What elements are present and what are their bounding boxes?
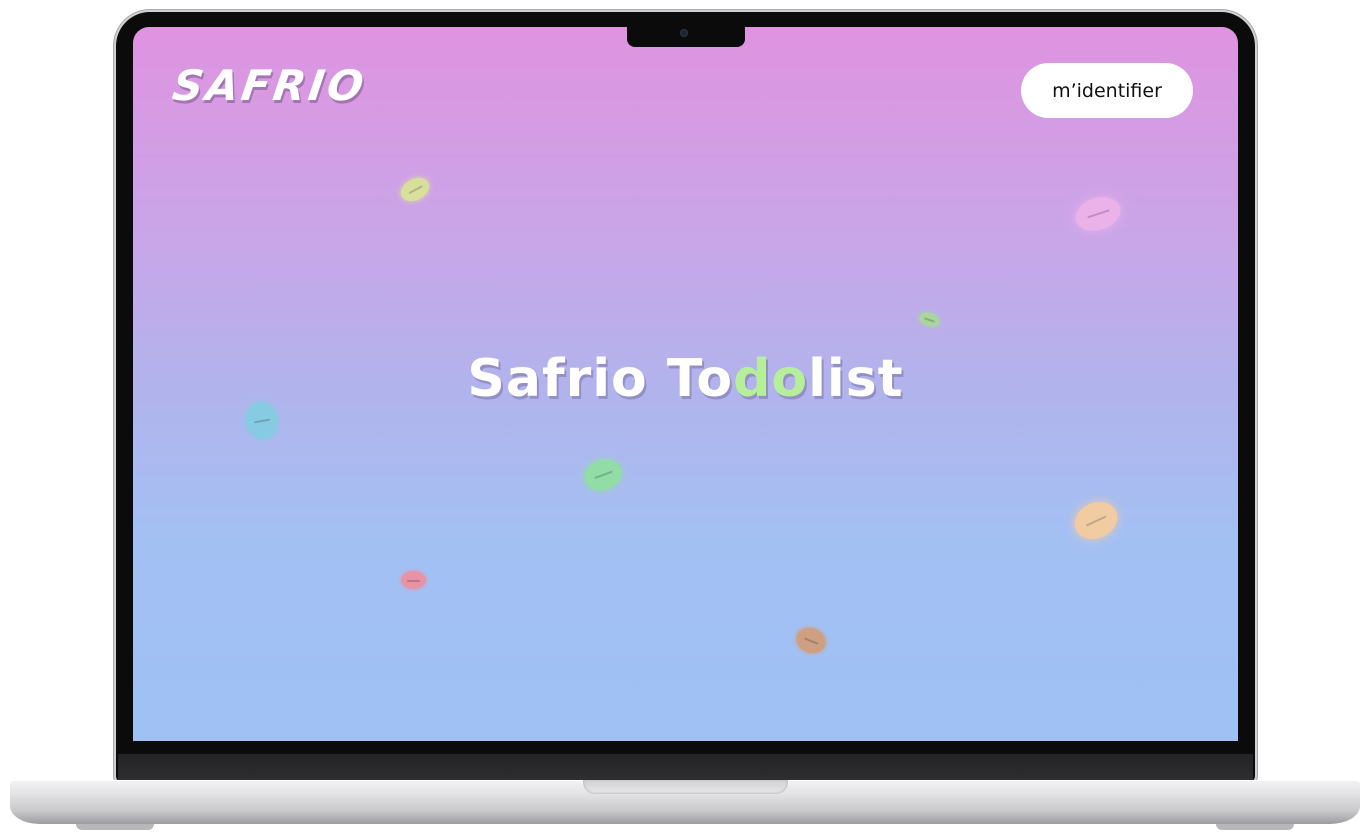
laptop-foot-right	[1216, 824, 1294, 830]
hero-title: Safrio Todolist	[133, 349, 1238, 409]
pill-decoration-pink	[1071, 191, 1125, 237]
trackpad-notch	[583, 780, 788, 794]
pill-decoration-green	[580, 454, 626, 496]
app-screen: SAFRIO m’identifier Safrio Todolist	[133, 27, 1238, 741]
camera-icon	[680, 29, 688, 37]
pill-decoration-lightgreen	[917, 310, 942, 329]
hero-title-part1: Safrio To	[467, 349, 734, 409]
login-button[interactable]: m’identifier	[1021, 63, 1193, 118]
lid-bottom	[118, 754, 1253, 780]
pill-decoration-brown	[792, 623, 830, 658]
pill-decoration-yellow	[396, 173, 434, 206]
screen-chin	[118, 741, 1253, 754]
hero-title-part2: list	[808, 349, 904, 409]
laptop-foot-left	[76, 824, 154, 830]
screen-notch	[627, 27, 745, 47]
safrio-logo[interactable]: SAFRIO	[170, 61, 370, 110]
pill-decoration-red	[401, 571, 426, 589]
pill-decoration-orange	[1068, 495, 1124, 546]
laptop-mockup: SAFRIO m’identifier Safrio Todolist	[0, 0, 1368, 837]
hero-title-highlight: do	[733, 349, 809, 409]
